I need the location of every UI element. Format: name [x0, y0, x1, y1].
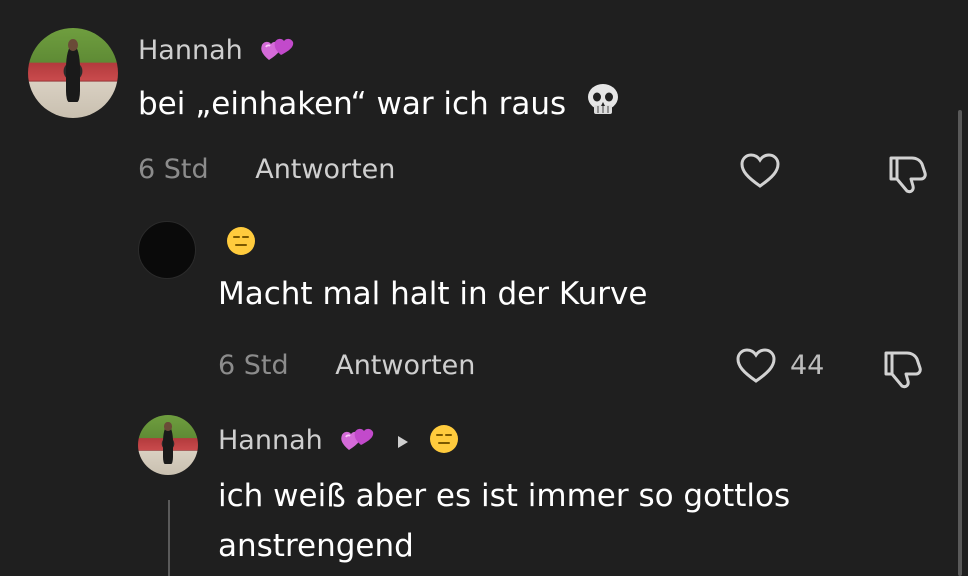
two-hearts-emoji — [339, 424, 375, 459]
comment-text: bei „einhaken“ war ich raus — [138, 82, 898, 129]
thumbs-down-icon[interactable] — [883, 151, 931, 199]
comment-meta: 6 Std Antworten — [218, 352, 475, 379]
reply-button[interactable]: Antworten — [335, 350, 475, 381]
comments-screen: Hannah bei „einhaken“ war ich raus 6 Std… — [0, 0, 968, 576]
username-text: Hannah — [138, 35, 243, 66]
scrollbar[interactable] — [958, 110, 962, 576]
comment-text: Macht mal halt in der Kurve — [218, 276, 878, 313]
thumbs-down-icon[interactable] — [878, 346, 926, 394]
comment-text-value: ich weiß aber es ist immer so gottlos an… — [218, 478, 791, 564]
heart-icon[interactable] — [738, 151, 782, 195]
username-text: Hannah — [218, 425, 323, 456]
comment-meta: 6 Std Antworten — [138, 156, 395, 183]
reply-button[interactable]: Antworten — [255, 154, 395, 185]
avatar-hannah[interactable] — [28, 28, 118, 118]
comment-text: ich weiß aber es ist immer so gottlos an… — [218, 472, 878, 571]
comment-text-value: Macht mal halt in der Kurve — [218, 276, 648, 312]
comment-time: 6 Std — [138, 154, 209, 185]
avatar-hannah[interactable] — [138, 415, 198, 475]
comment-username[interactable] — [218, 226, 256, 261]
heart-icon[interactable] — [734, 346, 778, 390]
avatar-user[interactable] — [138, 221, 196, 279]
like-count: 44 — [790, 350, 825, 381]
expressionless-face-emoji — [429, 424, 459, 459]
skull-emoji — [584, 82, 622, 129]
thread-line — [168, 500, 170, 576]
two-hearts-emoji — [259, 34, 295, 69]
comment-time: 6 Std — [218, 350, 289, 381]
comment-text-value: bei „einhaken“ war ich raus — [138, 86, 567, 123]
reply-arrow-icon — [396, 428, 410, 455]
comment-username[interactable]: Hannah — [138, 34, 295, 69]
comment-username[interactable]: Hannah — [218, 424, 459, 459]
expressionless-face-emoji — [226, 226, 256, 261]
